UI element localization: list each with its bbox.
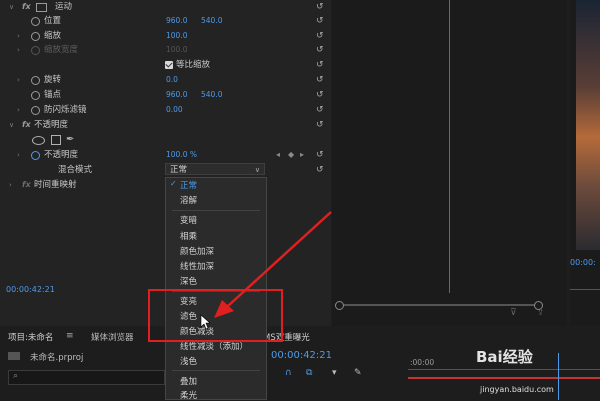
watermark-url: jingyan.baidu.com <box>480 385 554 394</box>
watermark-brand: Bai经验 <box>476 348 533 366</box>
mouse-cursor-icon <box>200 314 211 330</box>
annotation-layer <box>200 211 332 330</box>
annotation-arrow-line <box>227 211 332 307</box>
watermark-logo: Bai经验 <box>476 346 533 367</box>
